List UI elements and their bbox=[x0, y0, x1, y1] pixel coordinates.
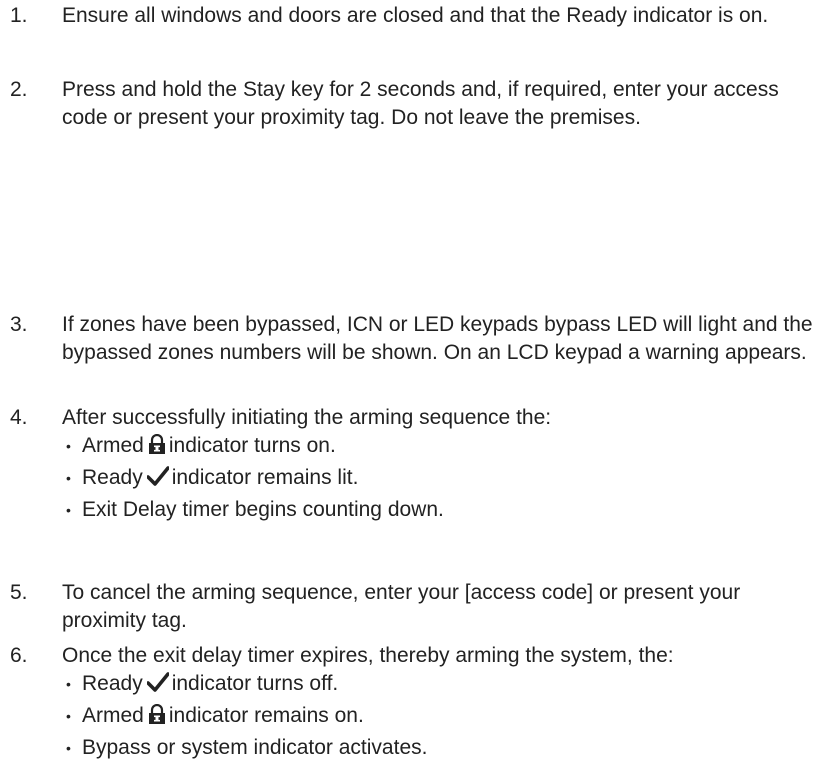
list-item: • Armed indicator remains on. bbox=[62, 702, 820, 734]
step-text: After successfully initiating the arming… bbox=[62, 406, 552, 429]
bullet: • bbox=[66, 502, 71, 518]
lock-icon bbox=[148, 433, 166, 462]
list-item-text: indicator remains on. bbox=[168, 704, 364, 727]
bullet: • bbox=[66, 438, 71, 454]
list-item-text: indicator turns on. bbox=[168, 434, 336, 457]
step-2: 2. Press and hold the Stay key for 2 sec… bbox=[0, 76, 820, 132]
bullet: • bbox=[66, 676, 71, 692]
checkmark-icon bbox=[145, 466, 170, 494]
step-text: Once the exit delay timer expires, there… bbox=[62, 644, 674, 667]
list-item: • Ready indicator turns off. bbox=[62, 670, 820, 702]
step-5: 5. To cancel the arming sequence, enter … bbox=[0, 579, 820, 635]
step-number: 6. bbox=[10, 644, 28, 667]
step-text: Ensure all windows and doors are closed … bbox=[62, 4, 769, 27]
checkmark-icon bbox=[145, 672, 170, 700]
step-6: 6. Once the exit delay timer expires, th… bbox=[0, 642, 820, 766]
step-text: To cancel the arming sequence, enter you… bbox=[62, 581, 741, 632]
list-item-text: indicator remains lit. bbox=[171, 466, 359, 489]
bullet: • bbox=[66, 470, 71, 486]
bullet: • bbox=[66, 708, 71, 724]
list-item-label: Armed bbox=[82, 434, 144, 457]
step-number: 3. bbox=[10, 313, 28, 336]
step-number: 4. bbox=[10, 406, 28, 429]
list-item: • Armed indicator turns on. bbox=[62, 432, 820, 464]
list-item-label: Ready bbox=[82, 672, 143, 695]
step-3: 3. If zones have been bypassed, ICN or L… bbox=[0, 311, 820, 367]
list-item: • Bypass or system indicator activates. bbox=[62, 734, 820, 766]
list-item-label: Armed bbox=[82, 704, 144, 727]
step-1: 1. Ensure all windows and doors are clos… bbox=[0, 2, 820, 30]
step-4: 4. After successfully initiating the arm… bbox=[0, 404, 820, 528]
step-number: 1. bbox=[10, 4, 28, 27]
step-text: If zones have been bypassed, ICN or LED … bbox=[62, 313, 813, 364]
list-item: • Ready indicator remains lit. bbox=[62, 464, 820, 496]
instruction-page: 1. Ensure all windows and doors are clos… bbox=[0, 0, 820, 759]
list-item: • Exit Delay timer begins counting down. bbox=[62, 496, 820, 528]
list-item-text: indicator turns off. bbox=[171, 672, 339, 695]
lock-icon bbox=[148, 703, 166, 732]
step-number: 2. bbox=[10, 78, 28, 101]
bullet: • bbox=[66, 740, 71, 756]
list-item-label: Ready bbox=[82, 466, 143, 489]
step-text: Press and hold the Stay key for 2 second… bbox=[62, 78, 779, 129]
list-item-text: Bypass or system indicator activates. bbox=[82, 736, 428, 759]
list-item-text: Exit Delay timer begins counting down. bbox=[82, 498, 444, 521]
step-number: 5. bbox=[10, 581, 28, 604]
